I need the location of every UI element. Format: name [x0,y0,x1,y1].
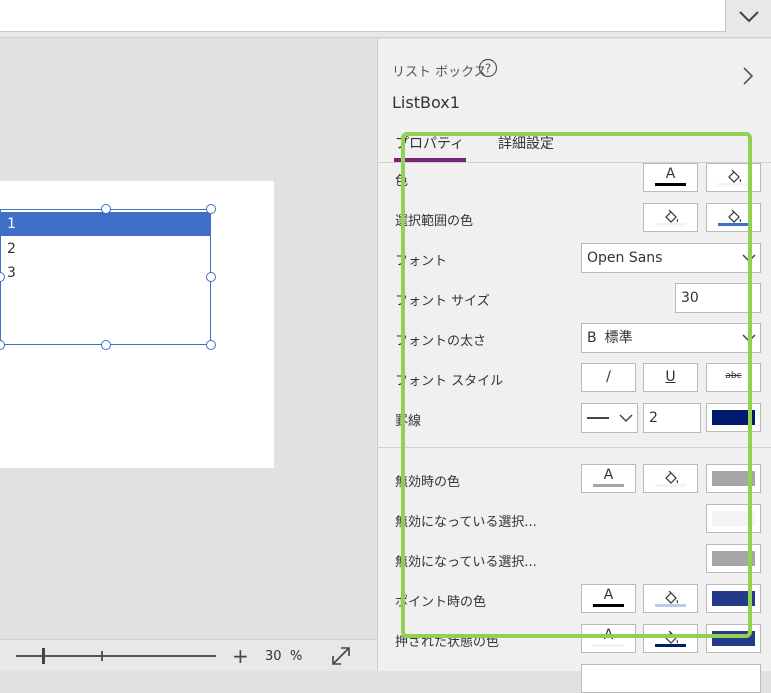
highlight-frame [401,132,752,638]
list-item[interactable]: 2 [1,237,211,261]
color-swatch [593,644,624,647]
zoom-slider-track[interactable] [16,655,216,657]
chevron-down-icon[interactable] [732,4,766,30]
listbox-control[interactable]: 1 2 3 [0,209,211,345]
expand-arrows-icon[interactable] [330,645,352,667]
zoom-unit: % [290,649,303,664]
help-icon[interactable]: ? [478,58,498,78]
next-row-control[interactable] [581,664,761,693]
control-type-label: リスト ボックス [392,65,487,80]
resize-handle[interactable] [101,340,111,350]
zoom-slider-thumb[interactable] [42,648,45,664]
list-item[interactable]: 1 [1,212,211,236]
list-item[interactable]: 3 [1,261,211,285]
zoom-in-button[interactable]: + [232,644,249,668]
resize-handle[interactable] [206,340,216,350]
chevron-right-icon[interactable] [740,65,756,87]
zoom-slider-tick [101,651,103,661]
resize-handle[interactable] [101,204,111,214]
svg-text:?: ? [485,62,491,76]
color-swatch [655,644,686,647]
resize-handle[interactable] [206,272,216,282]
formula-input[interactable] [0,0,726,32]
resize-handle[interactable] [206,204,216,214]
control-name: ListBox1 [392,93,460,112]
zoom-value: 30 [265,649,282,664]
zoom-bar: + 30 % [0,639,377,671]
